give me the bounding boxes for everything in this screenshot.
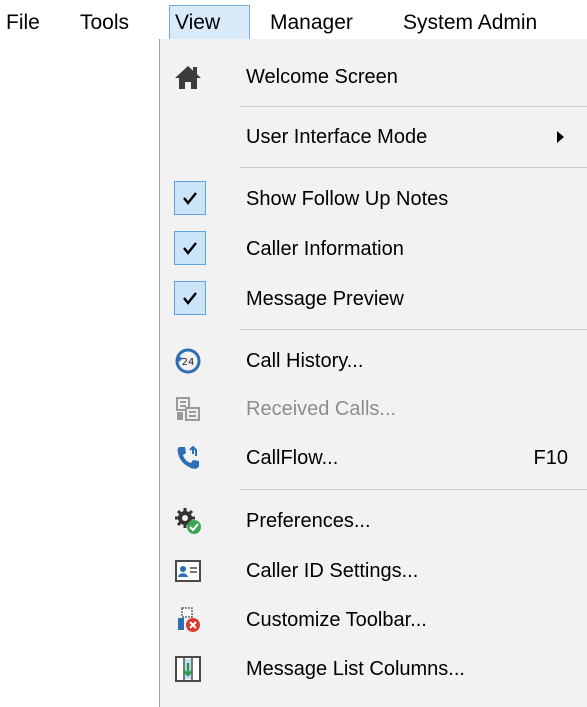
menu-item-label: Caller ID Settings... bbox=[246, 560, 419, 582]
view-dropdown-menu: Welcome Screen User Interface Mode Show … bbox=[159, 39, 587, 707]
menu-item-label: Received Calls... bbox=[246, 398, 397, 420]
menu-item-shortcut: F10 bbox=[533, 447, 568, 469]
menu-item-welcome-screen[interactable]: Welcome Screen bbox=[160, 53, 587, 101]
home-icon bbox=[175, 66, 201, 89]
menu-item-message-list-columns[interactable]: Message List Columns... bbox=[160, 645, 587, 693]
menu-item-label: CallFlow... bbox=[246, 447, 339, 469]
menu-item-user-interface-mode[interactable]: User Interface Mode bbox=[160, 113, 587, 161]
menu-manager[interactable]: Manager bbox=[270, 6, 353, 39]
menu-separator bbox=[240, 329, 587, 330]
menu-bar: File Tools View Manager System Admin bbox=[0, 0, 587, 40]
id-card-icon bbox=[175, 560, 201, 582]
received-calls-icon bbox=[176, 397, 200, 421]
menu-item-received-calls[interactable]: Received Calls... bbox=[160, 385, 587, 433]
menu-tools[interactable]: Tools bbox=[80, 6, 129, 39]
submenu-arrow-icon bbox=[557, 131, 564, 143]
menu-view[interactable]: View bbox=[169, 5, 250, 40]
menu-system-admin[interactable]: System Admin bbox=[403, 6, 537, 39]
call-history-24-icon: 24 bbox=[175, 348, 201, 374]
columns-icon bbox=[175, 656, 201, 682]
customize-toolbar-icon bbox=[178, 607, 200, 632]
gear-check-icon bbox=[175, 508, 201, 534]
menu-item-callflow[interactable]: CallFlow... F10 bbox=[160, 434, 587, 482]
menu-item-preferences[interactable]: Preferences... bbox=[160, 497, 587, 545]
checkmark-icon bbox=[174, 281, 206, 315]
menu-separator bbox=[240, 489, 587, 490]
menu-item-label: Caller Information bbox=[246, 238, 404, 260]
menu-item-message-preview[interactable]: Message Preview bbox=[160, 275, 587, 323]
menu-item-label: Welcome Screen bbox=[246, 66, 398, 88]
menu-item-customize-toolbar[interactable]: Customize Toolbar... bbox=[160, 596, 587, 644]
menu-item-call-history[interactable]: 24 Call History... bbox=[160, 337, 587, 385]
svg-text:24: 24 bbox=[182, 357, 195, 368]
callflow-phone-icon bbox=[177, 445, 199, 469]
menu-separator bbox=[240, 167, 587, 168]
menu-item-caller-id-settings[interactable]: Caller ID Settings... bbox=[160, 547, 587, 595]
checkmark-icon bbox=[174, 231, 206, 265]
menu-item-label: Message List Columns... bbox=[246, 658, 465, 680]
menu-item-label: User Interface Mode bbox=[246, 126, 428, 148]
menu-item-label: Show Follow Up Notes bbox=[246, 188, 449, 210]
menu-item-label: Message Preview bbox=[246, 288, 404, 310]
menu-separator bbox=[240, 106, 587, 107]
menu-item-show-follow-up-notes[interactable]: Show Follow Up Notes bbox=[160, 175, 587, 223]
menu-item-caller-information[interactable]: Caller Information bbox=[160, 225, 587, 273]
menu-file[interactable]: File bbox=[6, 6, 40, 39]
checkmark-icon bbox=[174, 181, 206, 215]
menu-item-label: Call History... bbox=[246, 350, 364, 372]
menu-item-label: Preferences... bbox=[246, 510, 371, 532]
menu-item-label: Customize Toolbar... bbox=[246, 609, 427, 631]
